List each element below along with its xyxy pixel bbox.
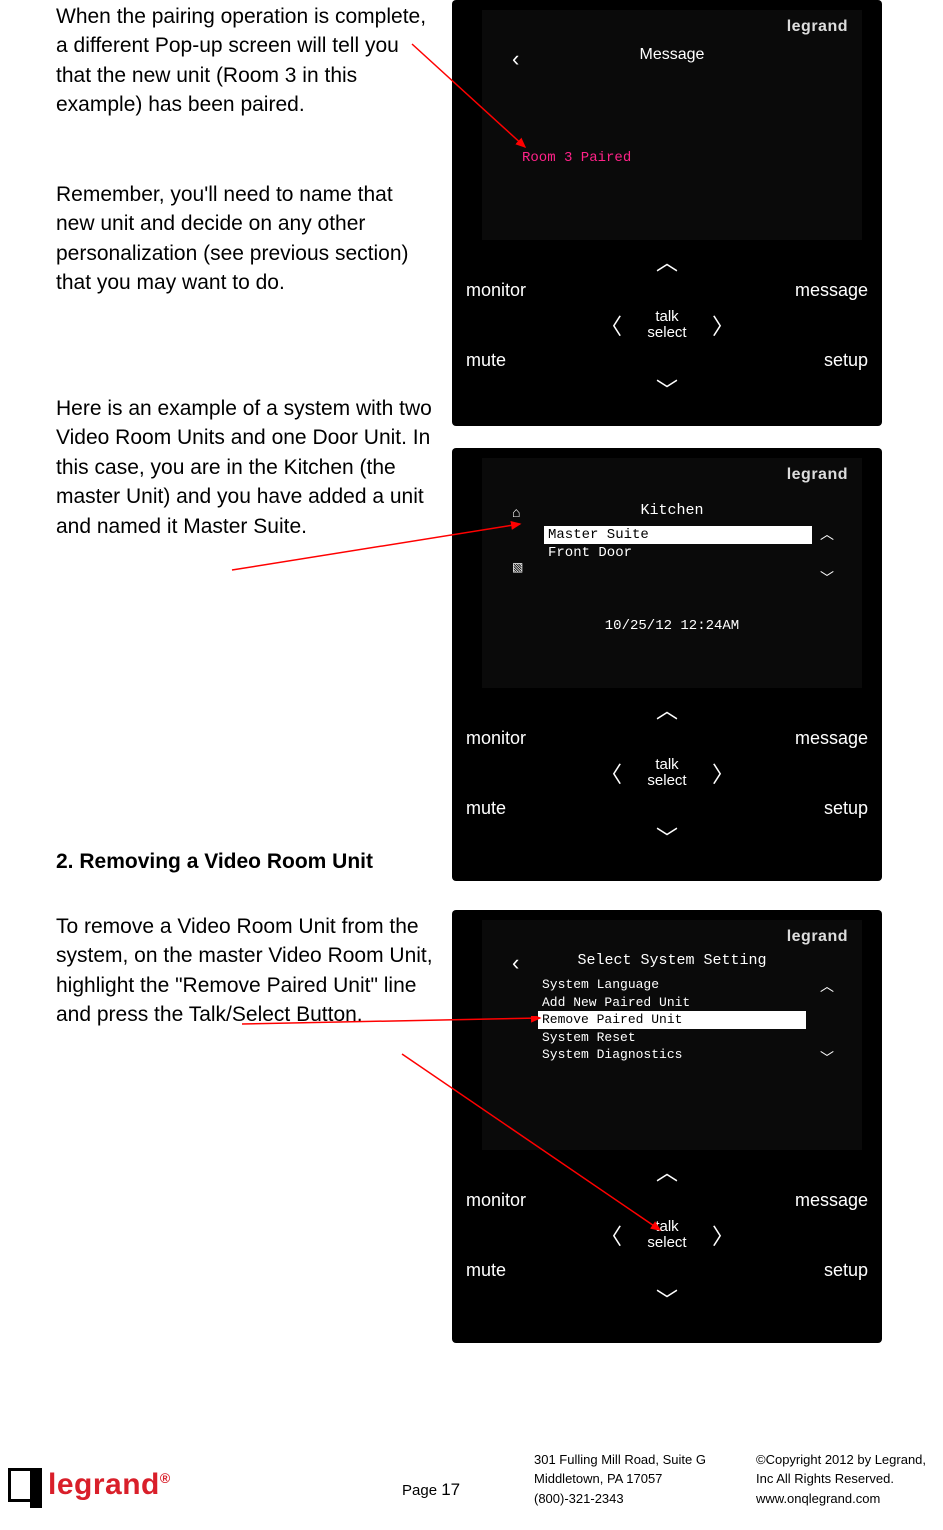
footer-copyright: ©Copyright 2012 by Legrand, Inc All Righ… bbox=[756, 1450, 926, 1509]
dpad-up-icon[interactable]: ︿ bbox=[656, 1155, 678, 1187]
screen2-list: Master Suite Front Door bbox=[544, 526, 812, 562]
message-button[interactable]: message bbox=[795, 1190, 868, 1211]
device-screen-3: legrand ‹ Select System Setting ︿ ﹀ Syst… bbox=[482, 920, 862, 1150]
monitor-button[interactable]: monitor bbox=[466, 728, 526, 749]
page-number: Page 17 bbox=[402, 1480, 460, 1500]
dpad: ︿ ﹀ 〈 〉 talk select bbox=[582, 693, 752, 853]
brand-label: legrand bbox=[787, 466, 848, 484]
list-item-selected[interactable]: Master Suite bbox=[544, 526, 812, 544]
select-label: select bbox=[647, 1234, 686, 1251]
monitor-button[interactable]: monitor bbox=[466, 1190, 526, 1211]
dpad-up-icon[interactable]: ︿ bbox=[656, 693, 678, 725]
paragraph-2: Remember, you'll need to name that new u… bbox=[56, 180, 436, 298]
setup-button[interactable]: setup bbox=[824, 350, 868, 371]
device-panel-2: legrand ⌂ ▧ Kitchen ︿ ﹀ Master Suite Fro… bbox=[452, 448, 882, 881]
select-label: select bbox=[647, 324, 686, 341]
dpad: ︿ ﹀ 〈 〉 talk select bbox=[582, 245, 752, 405]
logo-mark-icon bbox=[8, 1468, 42, 1502]
device-screen-1: legrand ‹ Message Room 3 Paired bbox=[482, 10, 862, 240]
device-screen-2: legrand ⌂ ▧ Kitchen ︿ ﹀ Master Suite Fro… bbox=[482, 458, 862, 688]
heading-removing: 2. Removing a Video Room Unit bbox=[56, 850, 436, 874]
dpad-left-icon[interactable]: 〈 bbox=[600, 757, 622, 789]
talk-select-button[interactable]: talk select bbox=[647, 309, 686, 342]
dpad-right-icon[interactable]: 〉 bbox=[712, 1219, 734, 1251]
home-icon: ⌂ bbox=[512, 504, 520, 520]
mute-button[interactable]: mute bbox=[466, 798, 506, 819]
mute-button[interactable]: mute bbox=[466, 1260, 506, 1281]
screen2-datetime: 10/25/12 12:24AM bbox=[482, 618, 862, 634]
setup-button[interactable]: setup bbox=[824, 798, 868, 819]
message-button[interactable]: message bbox=[795, 728, 868, 749]
page-footer: legrand® Page 17 301 Fulling Mill Road, … bbox=[0, 1438, 943, 1508]
brand-label: legrand bbox=[787, 928, 848, 946]
scroll-down-icon[interactable]: ﹀ bbox=[820, 568, 834, 588]
paragraph-4b: and press the Talk/Select Button. bbox=[56, 1000, 436, 1029]
brand-label: legrand bbox=[787, 18, 848, 36]
message-button[interactable]: message bbox=[795, 280, 868, 301]
device-panel-1: legrand ‹ Message Room 3 Paired monitor … bbox=[452, 0, 882, 426]
list-item[interactable]: System Reset bbox=[538, 1029, 806, 1047]
setup-button[interactable]: setup bbox=[824, 1260, 868, 1281]
camera-icon: ▧ bbox=[512, 560, 523, 574]
list-item[interactable]: Front Door bbox=[544, 544, 812, 562]
legrand-logo: legrand® bbox=[8, 1468, 171, 1502]
talk-select-button[interactable]: talk select bbox=[647, 1219, 686, 1252]
dpad-right-icon[interactable]: 〉 bbox=[712, 757, 734, 789]
talk-label: talk bbox=[655, 756, 678, 773]
paragraph-4a: To remove a Video Room Unit from the sys… bbox=[56, 912, 436, 1000]
dpad-down-icon[interactable]: ﹀ bbox=[656, 1283, 678, 1315]
screen1-popup-text: Room 3 Paired bbox=[522, 150, 631, 166]
list-item-selected[interactable]: Remove Paired Unit bbox=[538, 1011, 806, 1029]
logo-text: legrand® bbox=[48, 1468, 171, 1502]
scroll-down-icon[interactable]: ﹀ bbox=[820, 1048, 834, 1068]
dpad-up-icon[interactable]: ︿ bbox=[656, 245, 678, 277]
list-item[interactable]: System Diagnostics bbox=[538, 1046, 806, 1064]
list-item[interactable]: System Language bbox=[538, 976, 806, 994]
list-item[interactable]: Add New Paired Unit bbox=[538, 994, 806, 1012]
monitor-button[interactable]: monitor bbox=[466, 280, 526, 301]
scroll-up-icon[interactable]: ︿ bbox=[820, 976, 834, 996]
dpad-right-icon[interactable]: 〉 bbox=[712, 309, 734, 341]
back-icon[interactable]: ‹ bbox=[512, 950, 519, 976]
dpad-down-icon[interactable]: ﹀ bbox=[656, 821, 678, 853]
dpad-left-icon[interactable]: 〈 bbox=[600, 309, 622, 341]
mute-button[interactable]: mute bbox=[466, 350, 506, 371]
paragraph-3: Here is an example of a system with two … bbox=[56, 394, 436, 541]
talk-label: talk bbox=[655, 308, 678, 325]
scroll-up-icon[interactable]: ︿ bbox=[820, 524, 834, 544]
device-panel-3: legrand ‹ Select System Setting ︿ ﹀ Syst… bbox=[452, 910, 882, 1343]
select-label: select bbox=[647, 772, 686, 789]
dpad: ︿ ﹀ 〈 〉 talk select bbox=[582, 1155, 752, 1315]
back-icon[interactable]: ‹ bbox=[512, 46, 519, 72]
dpad-down-icon[interactable]: ﹀ bbox=[656, 373, 678, 405]
talk-select-button[interactable]: talk select bbox=[647, 757, 686, 790]
paragraph-1: When the pairing operation is complete, … bbox=[56, 2, 436, 120]
dpad-left-icon[interactable]: 〈 bbox=[600, 1219, 622, 1251]
screen3-list: System Language Add New Paired Unit Remo… bbox=[538, 976, 806, 1064]
talk-label: talk bbox=[655, 1218, 678, 1235]
footer-address: 301 Fulling Mill Road, Suite G Middletow… bbox=[534, 1450, 706, 1509]
